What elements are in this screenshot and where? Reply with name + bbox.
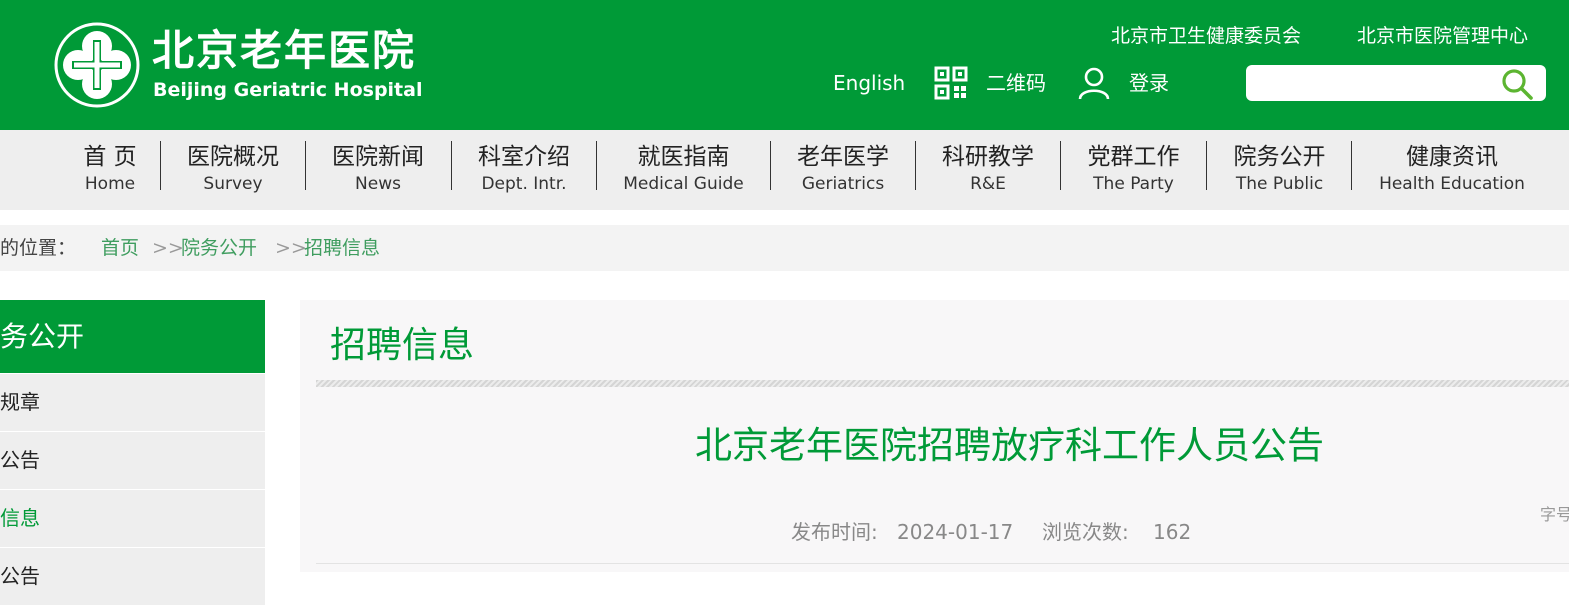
nav-item-label-cn: 院务公开	[1233, 144, 1326, 170]
nav-item-label-en: Medical Guide	[623, 174, 744, 194]
nav-item-label-cn: 就医指南	[637, 144, 730, 170]
qr-code-icon[interactable]	[934, 66, 968, 100]
publish-label: 发布时间:	[791, 520, 878, 544]
breadcrumb-label: 的位置：	[0, 237, 77, 259]
meta-divider	[316, 563, 1569, 564]
nav-item-label-cn: 医院新闻	[332, 144, 424, 170]
breadcrumb-separator: >>	[152, 237, 184, 259]
nav-item-label-cn: 医院概况	[187, 144, 279, 170]
top-link-health-commission[interactable]: 北京市卫生健康委员会	[1111, 22, 1301, 50]
qr-code-link[interactable]: 二维码	[986, 68, 1046, 98]
section-divider	[316, 380, 1569, 387]
nav-item-label-cn: 科研教学	[942, 144, 1034, 170]
nav-item-label-en: Geriatrics	[801, 174, 885, 194]
english-link[interactable]: English	[833, 68, 905, 98]
breadcrumb-public-link[interactable]: 院务公开	[181, 235, 257, 261]
section-title: 招聘信息	[330, 325, 475, 366]
article-title: 北京老年医院招聘放疗科工作人员公告	[695, 424, 1324, 467]
nav-item-label-en: R&E	[970, 174, 1006, 194]
logo-english-name[interactable]: Beijing Geriatric Hospital	[153, 78, 422, 102]
login-link[interactable]: 登录	[1129, 68, 1169, 98]
sidebar-title: 务公开	[0, 300, 265, 373]
nav-item-label-cn: 首 页	[83, 144, 137, 170]
top-link-hospital-admin-center[interactable]: 北京市医院管理中心	[1357, 22, 1528, 50]
nav-item-the-party[interactable]: 党群工作 The Party	[1061, 130, 1206, 210]
nav-item-label-cn: 老年医学	[797, 144, 889, 170]
nav-item-label-cn: 党群工作	[1087, 144, 1180, 170]
nav-item-label-en: Health Education	[1379, 174, 1525, 194]
publish-date: 2024-01-17	[897, 520, 1014, 544]
nav-item-label-en: The Public	[1235, 174, 1324, 194]
nav-item-medical-guide[interactable]: 就医指南 Medical Guide	[597, 130, 770, 210]
sidebar-item-recruitment[interactable]: 信息	[0, 490, 265, 547]
sidebar-item-announcements[interactable]: 公告	[0, 432, 265, 489]
main-navigation: 首 页 Home 医院概况 Survey 医院新闻 News 科室介绍 Dept…	[0, 130, 1569, 210]
sidebar-item-regulations[interactable]: 规章	[0, 374, 265, 431]
nav-item-home[interactable]: 首 页 Home	[60, 130, 160, 210]
nav-item-label-en: The Party	[1093, 174, 1174, 194]
nav-item-geriatrics[interactable]: 老年医学 Geriatrics	[771, 130, 915, 210]
nav-item-the-public[interactable]: 院务公开 The Public	[1207, 130, 1352, 210]
nav-item-health-education[interactable]: 健康资讯 Health Education	[1352, 130, 1552, 210]
breadcrumb: 的位置： 首页 >> 院务公开 >> 招聘信息	[0, 225, 1569, 271]
nav-item-label-en: News	[355, 174, 401, 194]
breadcrumb-home-link[interactable]: 首页	[101, 235, 139, 261]
nav-item-label-cn: 健康资讯	[1406, 144, 1498, 170]
nav-item-research-education[interactable]: 科研教学 R&E	[916, 130, 1060, 210]
nav-item-label-en: Home	[84, 174, 136, 194]
nav-item-news[interactable]: 医院新闻 News	[306, 130, 450, 210]
nav-item-label-en: Dept. Intr.	[481, 174, 567, 194]
nav-item-label-cn: 科室介绍	[478, 144, 570, 170]
views-count: 162	[1153, 520, 1192, 544]
sidebar-item-notices[interactable]: 公告	[0, 548, 265, 605]
hospital-logo-icon[interactable]	[54, 22, 140, 108]
search-icon[interactable]	[1500, 67, 1534, 101]
nav-item-survey[interactable]: 医院概况 Survey	[161, 130, 305, 210]
breadcrumb-separator: >>	[275, 237, 307, 259]
nav-item-label-en: Survey	[203, 174, 263, 194]
logo-chinese-name[interactable]: 北京老年医院	[152, 26, 416, 76]
breadcrumb-recruitment-link[interactable]: 招聘信息	[304, 235, 380, 261]
nav-item-departments[interactable]: 科室介绍 Dept. Intr.	[452, 130, 596, 210]
site-header: 北京老年医院 Beijing Geriatric Hospital 北京市卫生健…	[0, 0, 1569, 130]
font-size-label: 字号	[1540, 505, 1569, 524]
user-icon[interactable]	[1077, 66, 1111, 100]
views-label: 浏览次数:	[1042, 520, 1129, 544]
